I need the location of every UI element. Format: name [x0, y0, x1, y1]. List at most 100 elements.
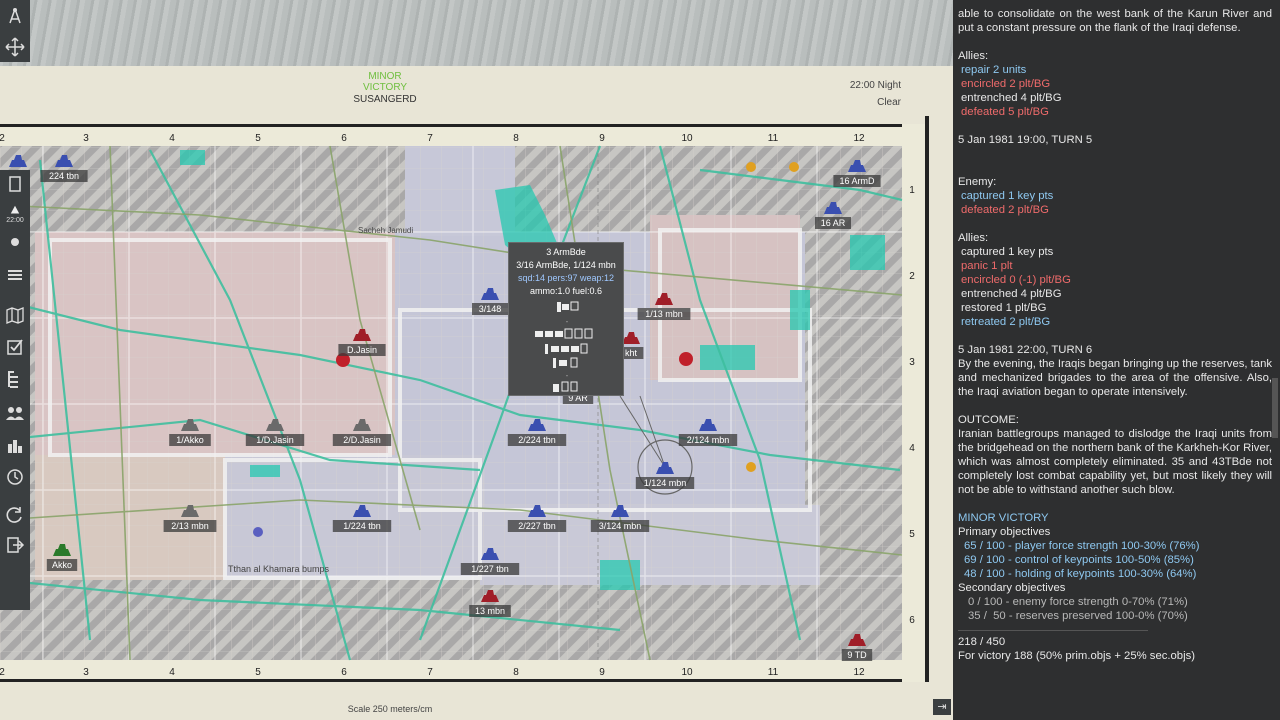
place-name-sacheh: Sacheh Jamudi: [358, 226, 413, 235]
layers-icon: [8, 270, 22, 280]
svg-text:-: -: [566, 317, 569, 326]
unit-label: 2/D.Jasin: [343, 435, 381, 445]
clock-icon: [7, 469, 23, 485]
clock-label: 22:00: [6, 216, 24, 224]
unit-info-tooltip: 3 ArmBde 3/16 ArmBde, 1/124 mbn sqd:14 p…: [508, 242, 624, 396]
col-label: 2: [0, 667, 5, 678]
unit-composition-icons: - -: [535, 301, 593, 392]
col-label: 8: [513, 667, 519, 678]
svg-text:-: -: [566, 371, 569, 380]
row-label: 3: [909, 357, 915, 368]
unit-label: 2/13 mbn: [171, 521, 209, 531]
undo-button[interactable]: [0, 500, 30, 530]
col-label: 12: [853, 667, 865, 678]
objectives-button[interactable]: [0, 332, 30, 362]
col-label: 3: [83, 133, 89, 144]
event-log-panel[interactable]: able to consolidate on the west bank of …: [953, 0, 1280, 720]
col-label: 9: [599, 133, 605, 144]
tooltip-title: 3 ArmBde: [546, 247, 586, 257]
log-entry: defeated 2 plt/BG: [961, 204, 1049, 216]
log-scrollbar[interactable]: [1272, 378, 1278, 438]
unit-label: 224 tbn: [49, 171, 79, 181]
unit-label: 1/13 mbn: [645, 309, 683, 319]
victory-threshold: For victory 188 (50% prim.objs + 25% sec…: [958, 650, 1196, 662]
history-button[interactable]: [0, 462, 30, 492]
time-of-day: 22:00 Night: [849, 80, 901, 91]
unit-label: 3/148: [479, 304, 502, 314]
terrain-button[interactable]: [0, 256, 30, 290]
allies-heading: Allies:: [958, 232, 989, 244]
compass-icon: [9, 8, 21, 24]
log-entry: restored 1 plt/BG: [961, 302, 1047, 314]
log-entry: panic 1 plt: [961, 260, 1013, 272]
hierarchy-icon: [8, 371, 18, 388]
weather-button[interactable]: [0, 230, 30, 254]
column-ruler-bottom: [0, 660, 928, 682]
tooltip-supply: ammo:1.0 fuel:0.6: [529, 286, 603, 296]
collapse-panel-button[interactable]: ⇥: [933, 699, 951, 715]
col-label: 7: [427, 133, 433, 144]
outcome-heading: OUTCOME:: [958, 414, 1019, 426]
units-button[interactable]: [0, 398, 30, 428]
log-entry: captured 1 key pts: [961, 246, 1054, 258]
log-entry: encircled 2 plt/BG: [961, 78, 1051, 90]
col-label: 2: [0, 133, 5, 144]
row-label: 6: [909, 615, 915, 626]
unit-label: 2/227 tbn: [518, 521, 556, 531]
col-label: 3: [83, 667, 89, 678]
total-score: 218 / 450: [958, 636, 1006, 648]
pan-button[interactable]: [0, 32, 30, 62]
col-label: 9: [599, 667, 605, 678]
primary-objectives-heading: Primary objectives: [958, 526, 1051, 538]
notes-button[interactable]: [0, 172, 30, 196]
people-icon: [6, 407, 24, 420]
log-entry: entrenched 4 plt/BG: [961, 92, 1062, 104]
objective-row: 35 / 50 - reserves preserved 100-0% (70%…: [968, 610, 1188, 622]
document-icon: [9, 176, 21, 192]
measure-tool-button[interactable]: [0, 0, 30, 32]
order-of-battle-button[interactable]: [0, 364, 30, 394]
objective-row: 65 / 100 - player force strength 100-30%…: [964, 540, 1200, 552]
log-entry: repair 2 units: [961, 64, 1027, 76]
col-label: 5: [255, 133, 261, 144]
tactical-map[interactable]: Sacheh Jamudi Tthan al Khamara bumps 2 3…: [0, 0, 953, 720]
terrain-layer: [0, 145, 903, 661]
end-turn-button[interactable]: 22:00: [0, 196, 30, 230]
place-name-khamara: Tthan al Khamara bumps: [228, 564, 330, 574]
unit-label: kht: [625, 348, 638, 358]
col-label: 4: [169, 667, 175, 678]
map-button[interactable]: [0, 300, 30, 330]
column-ruler-top: [0, 124, 928, 146]
col-label: 11: [768, 667, 779, 678]
statistics-button[interactable]: [0, 430, 30, 460]
result-label: MINOR VICTORY: [958, 512, 1049, 524]
row-label: 4: [909, 443, 915, 454]
log-entry: encircled 0 (-1) plt/BG: [961, 274, 1071, 286]
col-label: 4: [169, 133, 175, 144]
turn-header: 5 Jan 1981 19:00, TURN 5: [958, 134, 1093, 146]
area-name: SUSANGERD: [353, 94, 417, 105]
move-arrows-icon: [5, 37, 25, 57]
divider: [958, 623, 1148, 631]
map-icon: [6, 307, 24, 324]
row-label: 5: [909, 529, 915, 540]
unit-label: 1/224 tbn: [343, 521, 381, 531]
unit-label: 1/124 mbn: [644, 478, 687, 488]
row-label: 1: [909, 185, 915, 196]
weather: Clear: [877, 97, 901, 108]
unit-label: 9 TD: [847, 650, 867, 660]
row-label: 2: [909, 271, 915, 282]
refresh-icon: [6, 507, 22, 523]
objective-row: 0 / 100 - enemy force strength 0-70% (71…: [968, 596, 1188, 608]
scenario-status: MINOR VICTORY: [362, 71, 408, 93]
enemy-heading: Enemy:: [958, 176, 997, 188]
exit-icon: [7, 537, 25, 553]
exit-button[interactable]: [0, 530, 30, 560]
event-log-content: able to consolidate on the west bank of …: [958, 7, 1272, 663]
objective-row: 48 / 100 - holding of keypoints 100-30% …: [964, 568, 1197, 580]
log-entry: entrenched 4 plt/BG: [961, 288, 1062, 300]
unit-label: Akko: [52, 560, 72, 570]
turn-header: 5 Jan 1981 22:00, TURN 6: [958, 344, 1093, 356]
unit-label: 2/124 mbn: [687, 435, 730, 445]
unit-label: 1/227 tbn: [471, 564, 509, 574]
